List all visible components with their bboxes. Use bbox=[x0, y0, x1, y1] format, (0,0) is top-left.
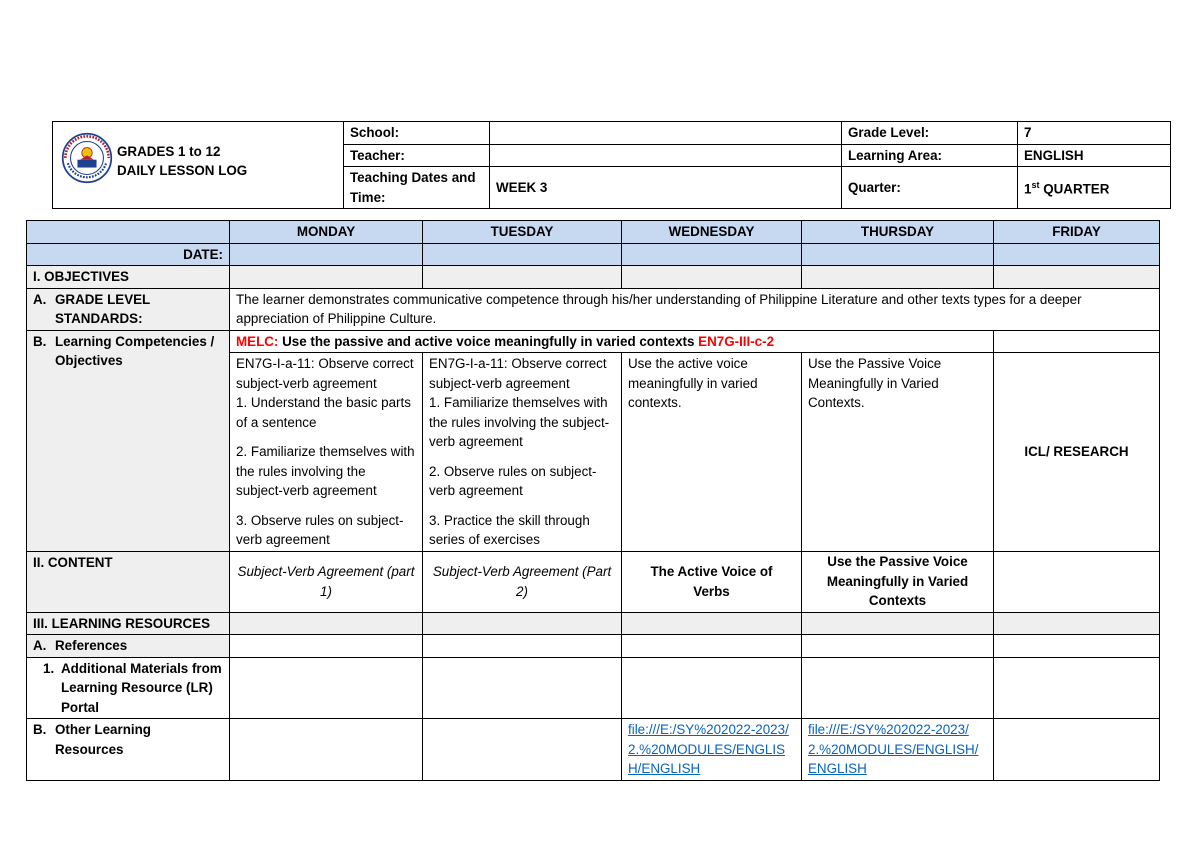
date-friday[interactable] bbox=[993, 242, 1160, 266]
content-wednesday: The Active Voice of Verbs bbox=[621, 550, 802, 613]
lc-label: B. Learning Competencies / Objectives bbox=[26, 329, 230, 552]
resources-heading: III. LEARNING RESOURCES bbox=[26, 611, 230, 635]
day-monday: MONDAY bbox=[229, 220, 423, 244]
title-line-2: DAILY LESSON LOG bbox=[117, 163, 248, 178]
teacher-field[interactable] bbox=[489, 143, 842, 167]
school-field[interactable] bbox=[489, 121, 842, 145]
other-resources-row: B. Other Learning Resources file:///E:/SY… bbox=[26, 718, 1160, 781]
corner-cell bbox=[26, 220, 230, 244]
teacher-label: Teacher: bbox=[343, 143, 490, 167]
deped-seal-icon bbox=[61, 132, 113, 184]
lc-friday: ICL/ RESEARCH bbox=[993, 352, 1160, 552]
additional-materials-row: 1. Additional Materials from Learning Res… bbox=[26, 656, 1160, 719]
references-label: A. References bbox=[26, 634, 230, 658]
learning-area-value: ENGLISH bbox=[1017, 143, 1171, 167]
date-tuesday[interactable] bbox=[422, 242, 622, 266]
content-thursday: Use the Passive Voice Meaningfully in Va… bbox=[801, 550, 994, 613]
date-thursday[interactable] bbox=[801, 242, 994, 266]
lc-thursday: Use the Passive Voice Meaningfully in Va… bbox=[801, 352, 994, 552]
dates-label: Teaching Dates and Time: bbox=[343, 166, 490, 209]
module-link-wednesday[interactable]: file:///E:/SY%202022-2023/2.%20MODULES/E… bbox=[628, 722, 789, 776]
references-row: A. References bbox=[26, 634, 1160, 658]
days-header-row: MONDAY TUESDAY WEDNESDAY THURSDAY FRIDAY bbox=[26, 220, 1160, 244]
lc-tuesday: EN7G-I-a-11: Observe correct subject-ver… bbox=[422, 352, 622, 552]
learning-area-label: Learning Area: bbox=[841, 143, 1018, 167]
dates-value: WEEK 3 bbox=[489, 166, 842, 209]
school-label: School: bbox=[343, 121, 490, 145]
day-tuesday: TUESDAY bbox=[422, 220, 622, 244]
objectives-heading: I. OBJECTIVES bbox=[26, 265, 230, 289]
module-link-thursday[interactable]: file:///E:/SY%202022-2023/2.%20MODULES/E… bbox=[808, 722, 978, 776]
day-thursday: THURSDAY bbox=[801, 220, 994, 244]
objectives-heading-row: I. OBJECTIVES bbox=[26, 265, 1160, 289]
content-heading: II. CONTENT bbox=[26, 550, 230, 613]
content-row: II. CONTENT Subject-Verb Agreement (part… bbox=[26, 550, 1160, 613]
other-resources-label: B. Other Learning Resources bbox=[26, 718, 230, 781]
day-wednesday: WEDNESDAY bbox=[621, 220, 802, 244]
date-wednesday[interactable] bbox=[621, 242, 802, 266]
lc-wednesday: Use the active voice meaningfully in var… bbox=[621, 352, 802, 552]
grade-level-label: Grade Level: bbox=[841, 121, 1018, 145]
melc-text: MELC: Use the passive and active voice m… bbox=[229, 329, 994, 353]
lc-monday: EN7G-I-a-11: Observe correct subject-ver… bbox=[229, 352, 423, 552]
title-line-1: GRADES 1 to 12 bbox=[117, 144, 221, 159]
quarter-value: 1st QUARTER bbox=[1017, 166, 1171, 209]
gls-text: The learner demonstrates communicative c… bbox=[229, 287, 1160, 331]
gls-row: A. GRADE LEVEL STANDARDS: The learner dem… bbox=[26, 287, 1160, 331]
day-friday: FRIDAY bbox=[993, 220, 1160, 244]
date-monday[interactable] bbox=[229, 242, 423, 266]
quarter-label: Quarter: bbox=[841, 166, 1018, 209]
date-label: DATE: bbox=[26, 242, 230, 266]
logo-cell: GRADES 1 to 12 DAILY LESSON LOG bbox=[52, 121, 344, 209]
log-title: GRADES 1 to 12 DAILY LESSON LOG bbox=[117, 142, 247, 180]
resources-heading-row: III. LEARNING RESOURCES bbox=[26, 611, 1160, 635]
header-table: GRADES 1 to 12 DAILY LESSON LOG School: … bbox=[52, 121, 1171, 209]
gls-label: A. GRADE LEVEL STANDARDS: bbox=[26, 287, 230, 331]
content-monday: Subject-Verb Agreement (part 1) bbox=[229, 550, 423, 613]
content-tuesday: Subject-Verb Agreement (Part 2) bbox=[422, 550, 622, 613]
additional-materials-label: 1. Additional Materials from Learning Res… bbox=[26, 656, 230, 719]
date-row: DATE: bbox=[26, 242, 1160, 266]
lesson-log-table: MONDAY TUESDAY WEDNESDAY THURSDAY FRIDAY… bbox=[26, 220, 1160, 781]
grade-level-value: 7 bbox=[1017, 121, 1171, 145]
melc-row: B. Learning Competencies / Objectives MEL… bbox=[26, 329, 1160, 552]
